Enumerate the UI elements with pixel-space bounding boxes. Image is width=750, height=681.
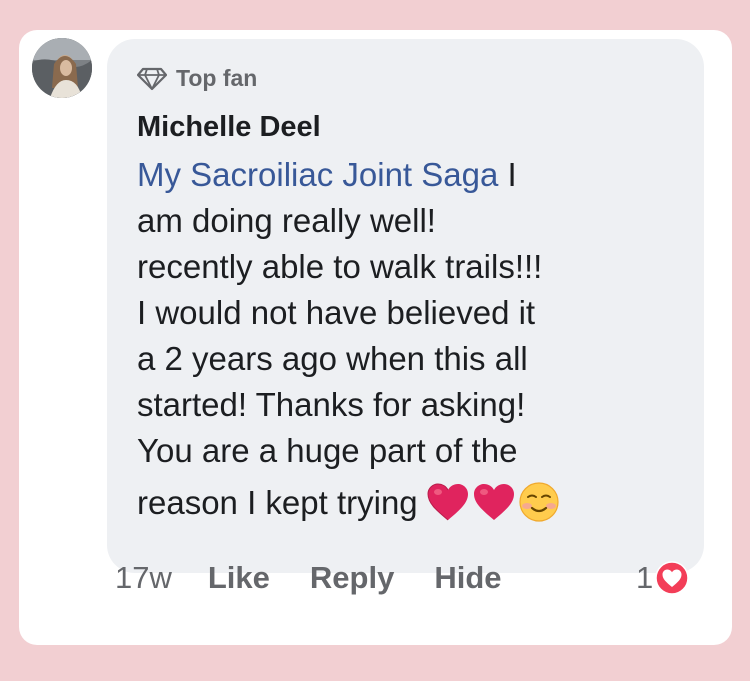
badge-label: Top fan (176, 65, 258, 91)
avatar[interactable] (32, 38, 92, 98)
author-name[interactable]: Michelle Deel (137, 109, 321, 145)
profile-photo-icon (32, 38, 92, 98)
comment-line-1: My Sacroiliac Joint Saga I (137, 152, 687, 198)
red-heart-icon (473, 484, 514, 520)
comment-line-8-text: reason I kept trying (137, 484, 418, 521)
comment-line-6: started! Thanks for asking! (137, 386, 526, 423)
timestamp[interactable]: 17w (115, 560, 172, 596)
red-heart-icon (427, 483, 468, 521)
love-reaction-icon (655, 561, 689, 595)
comment-line-2: am doing really well! (137, 202, 436, 239)
comment-card: Top fan Michelle Deel My Sacroiliac Join… (19, 30, 732, 645)
like-button[interactable]: Like (208, 560, 270, 596)
top-fan-badge[interactable]: Top fan (137, 65, 257, 92)
comment-line-1-rest: I (498, 156, 517, 193)
reaction-summary[interactable]: 1 (636, 560, 689, 596)
diamond-icon (137, 67, 167, 90)
hide-button[interactable]: Hide (434, 560, 501, 596)
comment-line-4: I would not have believed it (137, 294, 536, 331)
smiling-face-icon (519, 482, 559, 522)
emoji-group (426, 481, 562, 523)
comment-line-7: You are a huge part of the (137, 432, 518, 469)
reaction-count: 1 (636, 560, 654, 595)
comment-line-5: a 2 years ago when this all (137, 340, 528, 377)
reply-button[interactable]: Reply (310, 560, 394, 596)
comment-line-3: recently able to walk trails!!! (137, 248, 543, 285)
comment-line-8: reason I kept trying (137, 480, 687, 526)
comment-bubble: Top fan Michelle Deel My Sacroiliac Join… (107, 39, 704, 573)
comment-text: My Sacroiliac Joint Saga I am doing real… (137, 152, 687, 526)
mention-link[interactable]: My Sacroiliac Joint Saga (137, 156, 498, 193)
comment-actions: 17w Like Reply Hide (115, 558, 542, 598)
